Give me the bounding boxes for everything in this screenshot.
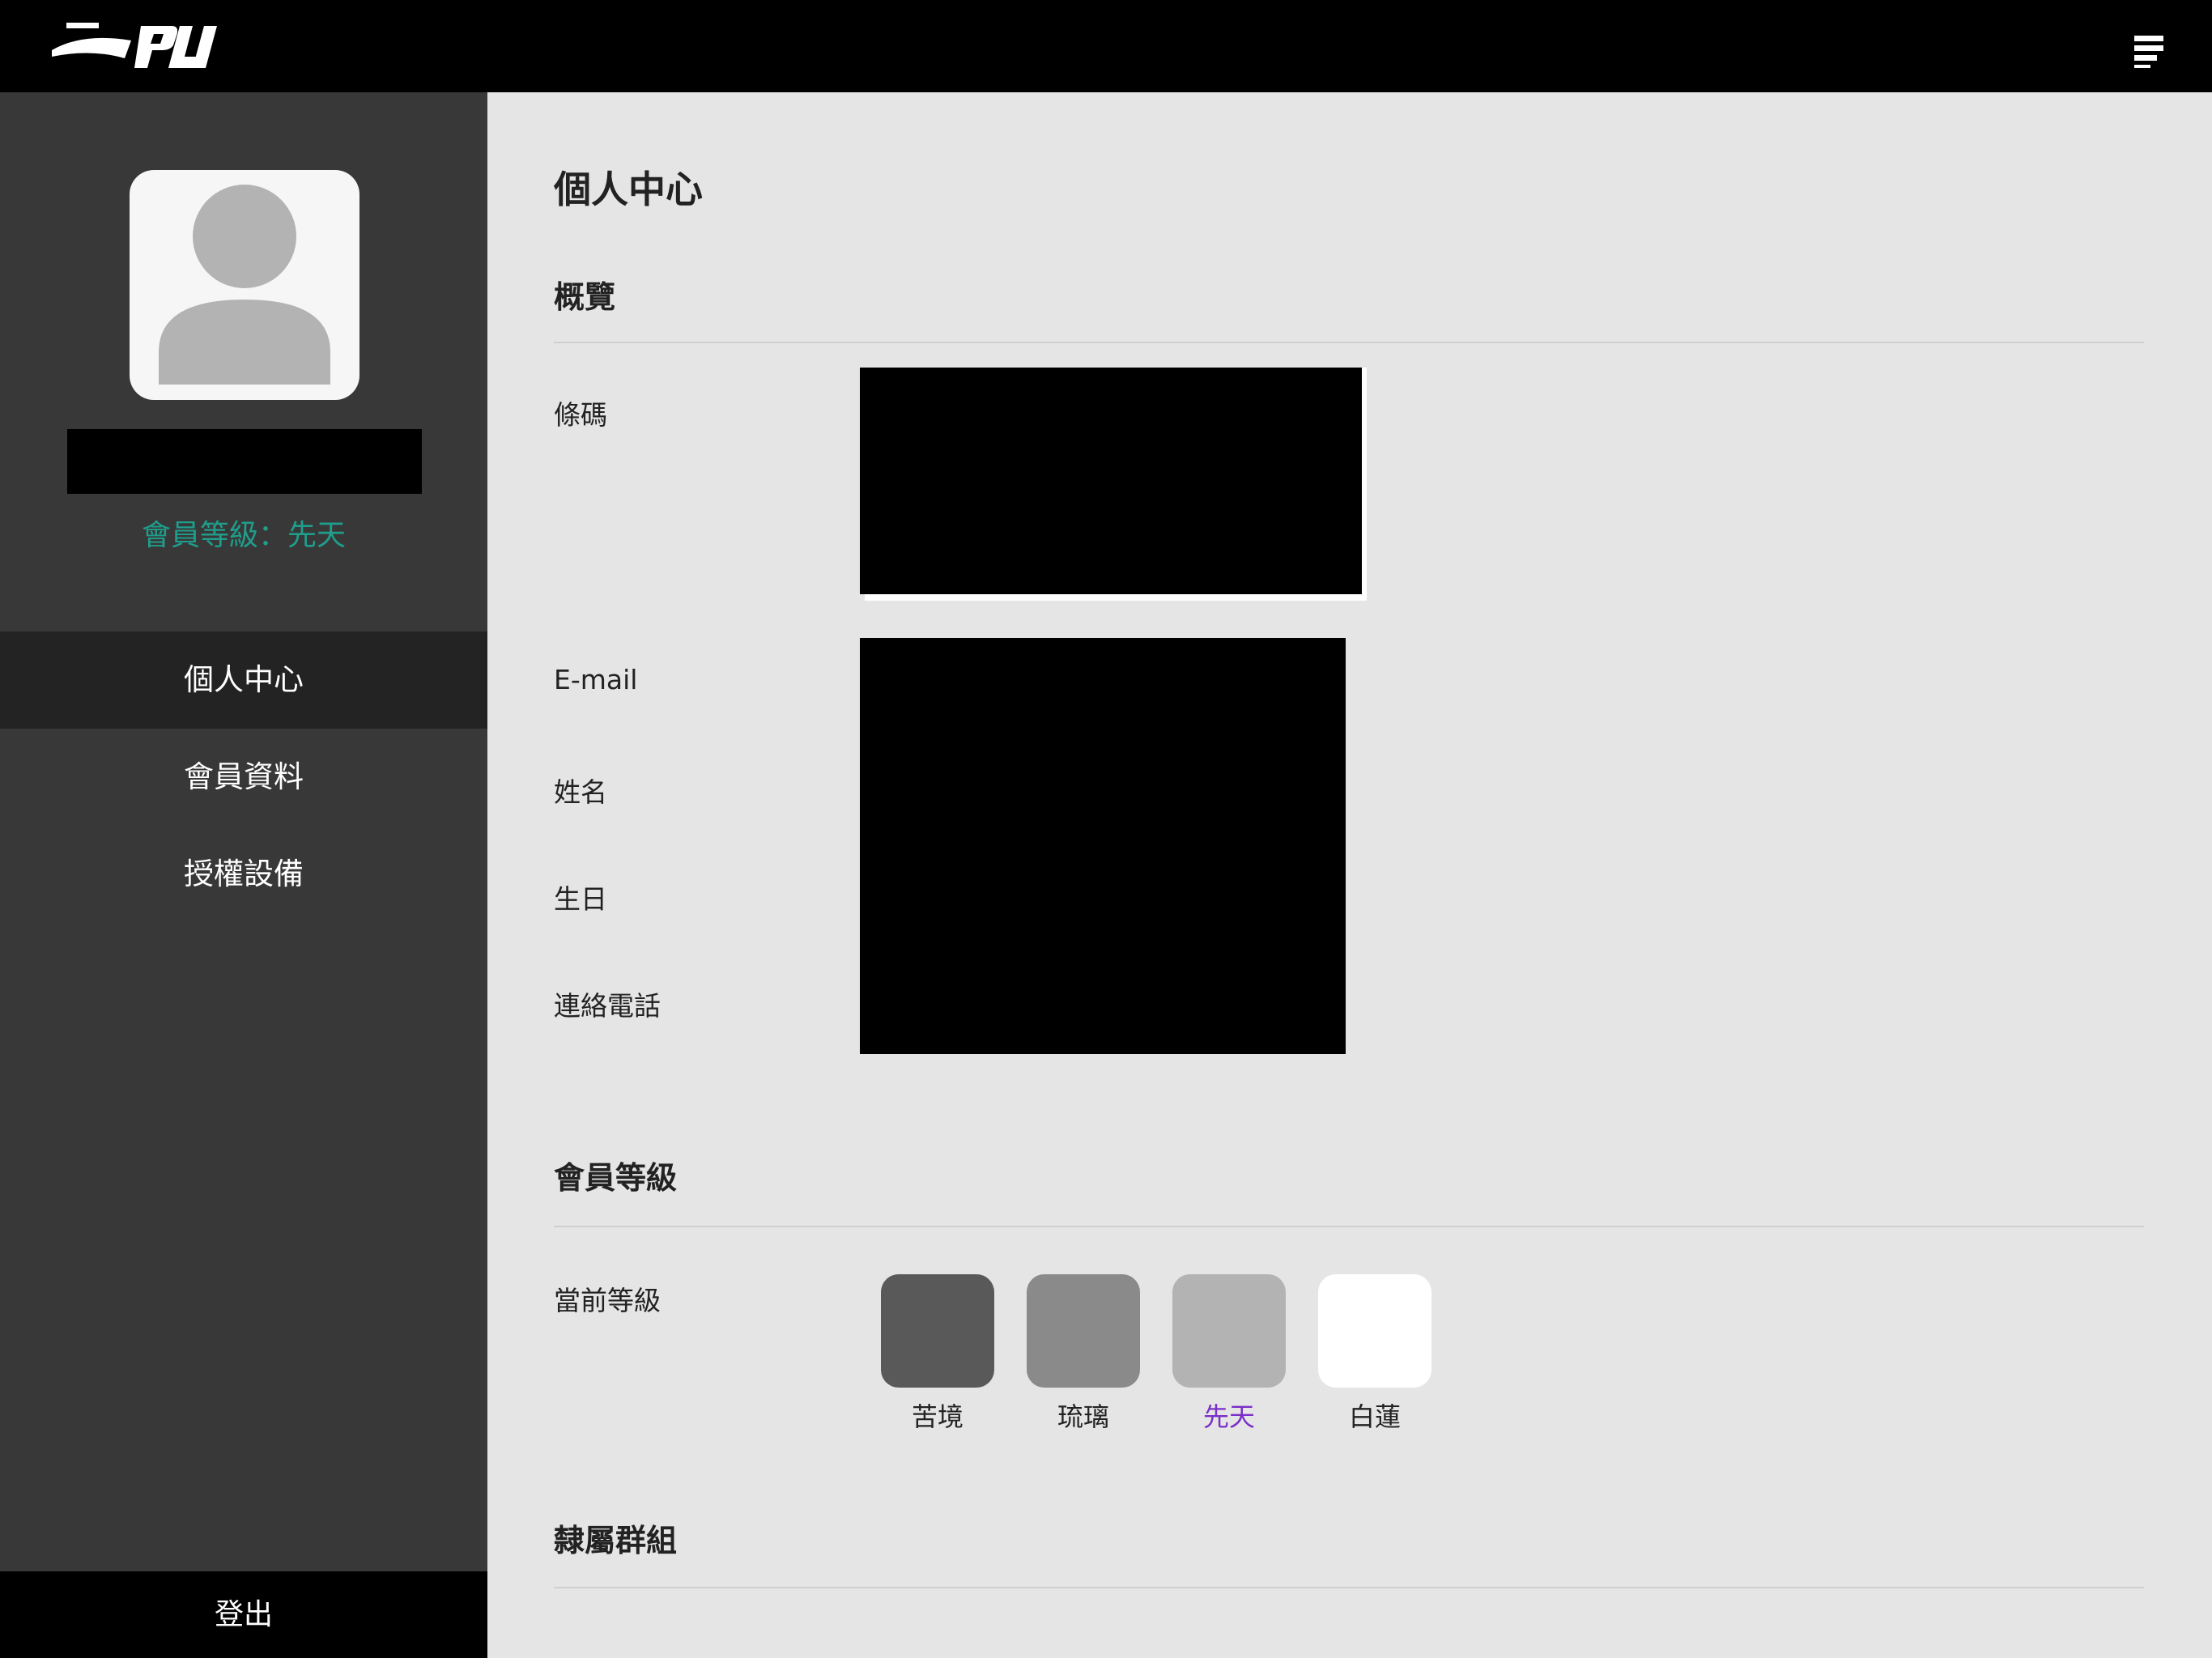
tier-label-current: 先天 — [1202, 1401, 1255, 1432]
redacted-barcode — [860, 368, 1362, 594]
tier-liuli[interactable]: 琉璃 — [1027, 1274, 1140, 1433]
user-silhouette-icon — [159, 185, 330, 385]
tier-label: 琉璃 — [1057, 1401, 1109, 1432]
tier-bailian[interactable]: 白蓮 — [1318, 1274, 1431, 1433]
tier-label: 白蓮 — [1348, 1401, 1401, 1432]
brand-logo[interactable] — [50, 18, 223, 73]
groups-section-title: 隸屬群組 — [554, 1523, 678, 1558]
email-label: E-mail — [554, 664, 638, 695]
sidebar: 會員等級：先天 個人中心 會員資料 授權設備 登出 — [0, 92, 487, 1658]
current-level-label: 當前等級 — [554, 1285, 661, 1316]
tier-xiantian[interactable]: 先天 — [1172, 1274, 1286, 1433]
avatar[interactable] — [130, 170, 359, 400]
tier-swatch — [1027, 1274, 1140, 1388]
membership-section-title: 會員等級 — [554, 1160, 678, 1196]
phone-label: 連絡電話 — [554, 990, 661, 1022]
tier-swatch — [1318, 1274, 1431, 1388]
groups-divider — [554, 1587, 2144, 1588]
barcode-label: 條碼 — [554, 399, 607, 431]
membership-divider — [554, 1226, 2144, 1227]
redacted-personal-info — [860, 638, 1346, 1054]
birthday-label: 生日 — [554, 883, 607, 915]
tier-kujing[interactable]: 苦境 — [881, 1274, 994, 1433]
logout-button[interactable]: 登出 — [0, 1571, 487, 1658]
hamburger-menu-icon[interactable] — [2128, 31, 2175, 71]
member-level-text: 會員等級：先天 — [141, 519, 346, 552]
overview-divider — [554, 342, 2144, 343]
tier-label: 苦境 — [911, 1401, 963, 1432]
name-label: 姓名 — [554, 776, 607, 808]
sidebar-item-personal-center[interactable]: 個人中心 — [0, 631, 487, 729]
top-bar — [0, 0, 2212, 92]
sidebar-item-member-info[interactable]: 會員資料 — [0, 729, 487, 826]
redacted-username — [67, 429, 422, 494]
page-title: 個人中心 — [554, 168, 703, 211]
sidebar-nav: 個人中心 會員資料 授權設備 — [0, 631, 487, 923]
overview-section-title: 概覽 — [554, 279, 616, 315]
sidebar-item-authorized-devices[interactable]: 授權設備 — [0, 826, 487, 923]
tier-swatch — [881, 1274, 994, 1388]
tier-swatch — [1172, 1274, 1286, 1388]
main-content: 個人中心 概覽 條碼 E-mail 姓名 生日 連絡電話 會員等級 當前等級 苦… — [487, 92, 2210, 1658]
